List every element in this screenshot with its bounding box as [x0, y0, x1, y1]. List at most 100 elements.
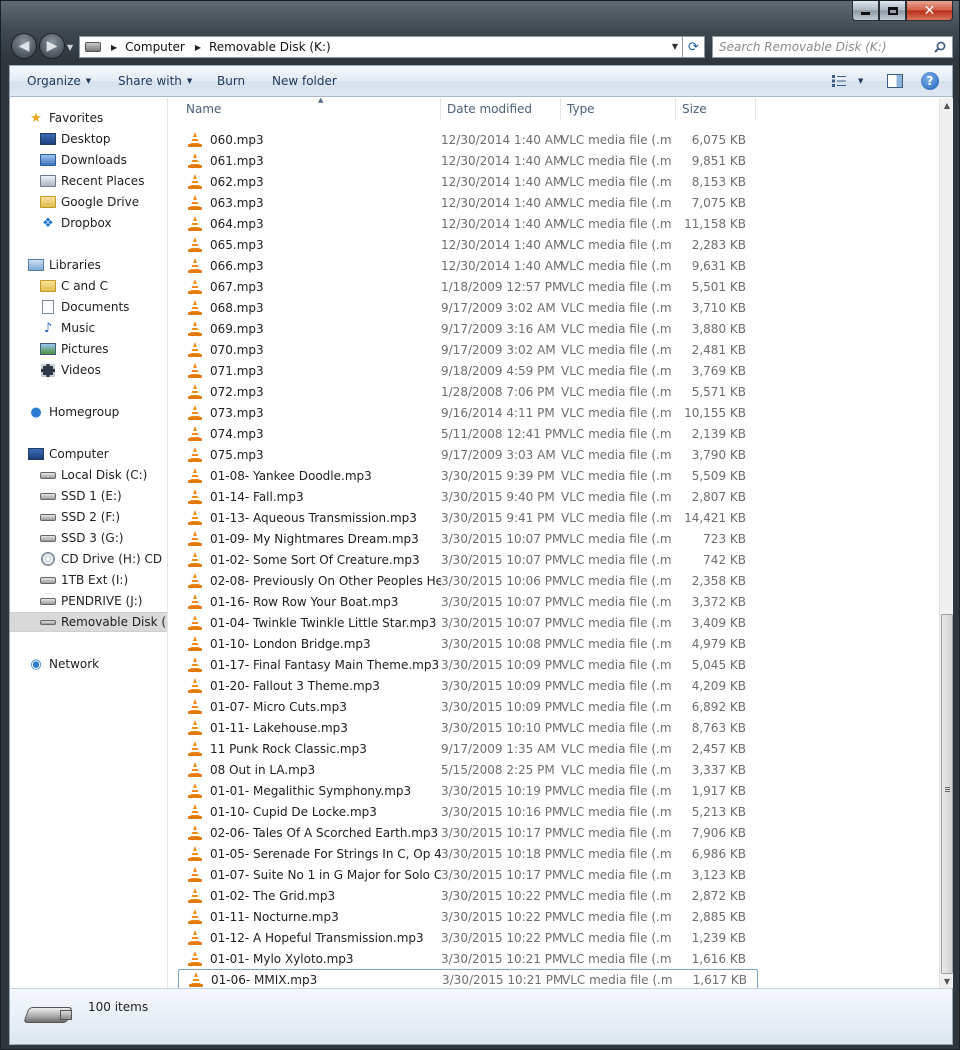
- file-row[interactable]: 062.mp3 12/30/2014 1:40 AM VLC media file …: [178, 171, 758, 192]
- file-row[interactable]: 064.mp3 12/30/2014 1:40 AM VLC media file …: [178, 213, 758, 234]
- burn-button[interactable]: Burn: [217, 74, 245, 88]
- file-row[interactable]: 071.mp3 9/18/2009 4:59 PM VLC media file (…: [178, 360, 758, 381]
- file-row[interactable]: 072.mp3 1/28/2008 7:06 PM VLC media file (…: [178, 381, 758, 402]
- file-row[interactable]: 01-02- Some Sort Of Creature.mp3 3/30/201…: [178, 549, 758, 570]
- close-button[interactable]: ✕: [906, 1, 953, 21]
- file-row[interactable]: 01-11- Lakehouse.mp3 3/30/2015 10:10 PM VL…: [178, 717, 758, 738]
- new-folder-button[interactable]: New folder: [272, 74, 337, 88]
- preview-pane-button[interactable]: [887, 72, 903, 90]
- file-row[interactable]: 01-10- London Bridge.mp3 3/30/2015 10:08 …: [178, 633, 758, 654]
- scroll-down-icon[interactable]: ▼: [940, 974, 954, 988]
- file-row[interactable]: 01-20- Fallout 3 Theme.mp3 3/30/2015 10:0…: [178, 675, 758, 696]
- nav-item-google-drive[interactable]: Google Drive: [10, 192, 167, 212]
- file-row[interactable]: 01-16- Row Row Your Boat.mp3 3/30/2015 10…: [178, 591, 758, 612]
- breadcrumb-computer[interactable]: Computer: [125, 40, 185, 54]
- minimize-button[interactable]: [852, 1, 879, 21]
- address-dropdown-icon[interactable]: ▼: [672, 42, 678, 51]
- file-row[interactable]: 066.mp3 12/30/2014 1:40 AM VLC media file …: [178, 255, 758, 276]
- file-type: VLC media file (.m...: [561, 615, 671, 630]
- file-row[interactable]: 069.mp3 9/17/2009 3:16 AM VLC media file (…: [178, 318, 758, 339]
- nav-network[interactable]: ◉ Network: [10, 654, 167, 674]
- nav-item-local-disk-c[interactable]: Local Disk (C:): [10, 465, 167, 485]
- nav-item-downloads[interactable]: Downloads: [10, 150, 167, 170]
- file-row[interactable]: 01-07- Micro Cuts.mp3 3/30/2015 10:09 PM V…: [178, 696, 758, 717]
- nav-item-documents[interactable]: Documents: [10, 297, 167, 317]
- file-row[interactable]: 075.mp3 9/17/2009 3:03 AM VLC media file (…: [178, 444, 758, 465]
- file-row[interactable]: 063.mp3 12/30/2014 1:40 AM VLC media file …: [178, 192, 758, 213]
- back-button[interactable]: ◀: [11, 33, 37, 59]
- nav-item-c-and-c[interactable]: C and C: [10, 276, 167, 296]
- file-row[interactable]: 02-06- Tales Of A Scorched Earth.mp3 3/30…: [178, 822, 758, 843]
- nav-item-ssd3[interactable]: SSD 3 (G:): [10, 528, 167, 548]
- search-input[interactable]: [719, 38, 929, 56]
- file-row[interactable]: 01-01- Megalithic Symphony.mp3 3/30/2015 …: [178, 780, 758, 801]
- maximize-button[interactable]: [879, 1, 906, 21]
- file-row[interactable]: 02-08- Previously On Other Peoples Hear.…: [178, 570, 758, 591]
- nav-libraries[interactable]: Libraries: [10, 255, 167, 275]
- file-row[interactable]: 01-11- Nocturne.mp3 3/30/2015 10:22 PM VLC…: [178, 906, 758, 927]
- file-row[interactable]: 074.mp3 5/11/2008 12:41 PM VLC media file …: [178, 423, 758, 444]
- file-row[interactable]: 01-12- A Hopeful Transmission.mp3 3/30/20…: [178, 927, 758, 948]
- file-row[interactable]: 01-17- Final Fantasy Main Theme.mp3 3/30/…: [178, 654, 758, 675]
- column-header-date[interactable]: Date modified: [441, 98, 561, 120]
- vertical-scrollbar[interactable]: ▲ ▼: [939, 98, 953, 988]
- nav-item-music[interactable]: ♪ Music: [10, 318, 167, 338]
- file-row[interactable]: 01-13- Aqueous Transmission.mp3 3/30/2015…: [178, 507, 758, 528]
- file-row[interactable]: 060.mp3 12/30/2014 1:40 AM VLC media file …: [178, 129, 758, 150]
- breadcrumb-removable-disk[interactable]: Removable Disk (K:): [209, 40, 331, 54]
- file-type: VLC media file (.m...: [561, 321, 671, 336]
- organize-button[interactable]: Organize ▼: [27, 74, 91, 88]
- file-row[interactable]: 073.mp3 9/16/2014 4:11 PM VLC media file (…: [178, 402, 758, 423]
- file-row[interactable]: 01-09- My Nightmares Dream.mp3 3/30/2015 …: [178, 528, 758, 549]
- recent-pages-dropdown[interactable]: ▼: [67, 43, 73, 52]
- refresh-button[interactable]: ⟳: [683, 36, 705, 58]
- file-row[interactable]: 01-07- Suite No 1 in G Major for Solo Ce…: [178, 864, 758, 885]
- scrollbar-thumb[interactable]: [941, 614, 953, 974]
- file-row[interactable]: 08 Out in LA.mp3 5/15/2008 2:25 PM VLC med…: [178, 759, 758, 780]
- column-header-type[interactable]: Type: [561, 98, 676, 120]
- nav-homegroup[interactable]: ● Homegroup: [10, 402, 167, 422]
- chevron-right-icon[interactable]: ▶: [111, 43, 117, 52]
- file-row[interactable]: 01-01- Mylo Xyloto.mp3 3/30/2015 10:21 PM…: [178, 948, 758, 969]
- nav-item-ssd2[interactable]: SSD 2 (F:): [10, 507, 167, 527]
- file-row[interactable]: 01-08- Yankee Doodle.mp3 3/30/2015 9:39 P…: [178, 465, 758, 486]
- nav-computer[interactable]: Computer: [10, 444, 167, 464]
- nav-item-ssd1[interactable]: SSD 1 (E:): [10, 486, 167, 506]
- file-row[interactable]: 11 Punk Rock Classic.mp3 9/17/2009 1:35 A…: [178, 738, 758, 759]
- nav-favorites[interactable]: ★ Favorites: [10, 108, 167, 128]
- search-icon[interactable]: [934, 41, 946, 53]
- file-size: 2,885 KB: [691, 909, 746, 924]
- file-row[interactable]: 067.mp3 1/18/2009 12:57 PM VLC media file …: [178, 276, 758, 297]
- forward-button[interactable]: ▶: [39, 33, 65, 59]
- file-row[interactable]: 01-10- Cupid De Locke.mp3 3/30/2015 10:16…: [178, 801, 758, 822]
- nav-item-removable-disk[interactable]: Removable Disk (K:): [10, 612, 167, 632]
- nav-item-1tb-ext[interactable]: 1TB Ext (I:): [10, 570, 167, 590]
- change-view-button[interactable]: ▼: [832, 72, 863, 90]
- help-button[interactable]: ?: [921, 72, 939, 90]
- file-row[interactable]: 01-02- The Grid.mp3 3/30/2015 10:22 PM VLC…: [178, 885, 758, 906]
- address-bar[interactable]: ▶ Computer ▶ Removable Disk (K:) ▼: [79, 36, 683, 58]
- nav-item-videos[interactable]: Videos: [10, 360, 167, 380]
- file-row[interactable]: 061.mp3 12/30/2014 1:40 AM VLC media file …: [178, 150, 758, 171]
- file-row[interactable]: 01-14- Fall.mp3 3/30/2015 9:40 PM VLC medi…: [178, 486, 758, 507]
- share-with-button[interactable]: Share with ▼: [118, 74, 192, 88]
- chevron-down-icon[interactable]: ▼: [858, 77, 863, 85]
- file-size: 1,616 KB: [691, 951, 746, 966]
- column-header-name[interactable]: ▲ Name: [180, 98, 441, 120]
- file-row[interactable]: 01-05- Serenade For Strings In C, Op 48 …: [178, 843, 758, 864]
- file-row[interactable]: 01-06- MMIX.mp3 3/30/2015 10:21 PM VLC med…: [178, 969, 758, 988]
- nav-item-recent-places[interactable]: Recent Places: [10, 171, 167, 191]
- nav-item-pictures[interactable]: Pictures: [10, 339, 167, 359]
- nav-item-cd-drive[interactable]: CD Drive (H:) CD PA: [10, 549, 167, 569]
- nav-item-desktop[interactable]: Desktop: [10, 129, 167, 149]
- file-row[interactable]: 068.mp3 9/17/2009 3:02 AM VLC media file (…: [178, 297, 758, 318]
- nav-item-pendrive[interactable]: PENDRIVE (J:): [10, 591, 167, 611]
- chevron-right-icon[interactable]: ▶: [195, 43, 201, 52]
- search-box[interactable]: [712, 36, 953, 58]
- file-row[interactable]: 070.mp3 9/17/2009 3:02 AM VLC media file (…: [178, 339, 758, 360]
- scroll-up-icon[interactable]: ▲: [940, 98, 954, 112]
- file-row[interactable]: 065.mp3 12/30/2014 1:40 AM VLC media file …: [178, 234, 758, 255]
- file-row[interactable]: 01-04- Twinkle Twinkle Little Star.mp3 3/…: [178, 612, 758, 633]
- nav-item-dropbox[interactable]: ❖ Dropbox: [10, 213, 167, 233]
- column-header-size[interactable]: Size: [676, 98, 756, 120]
